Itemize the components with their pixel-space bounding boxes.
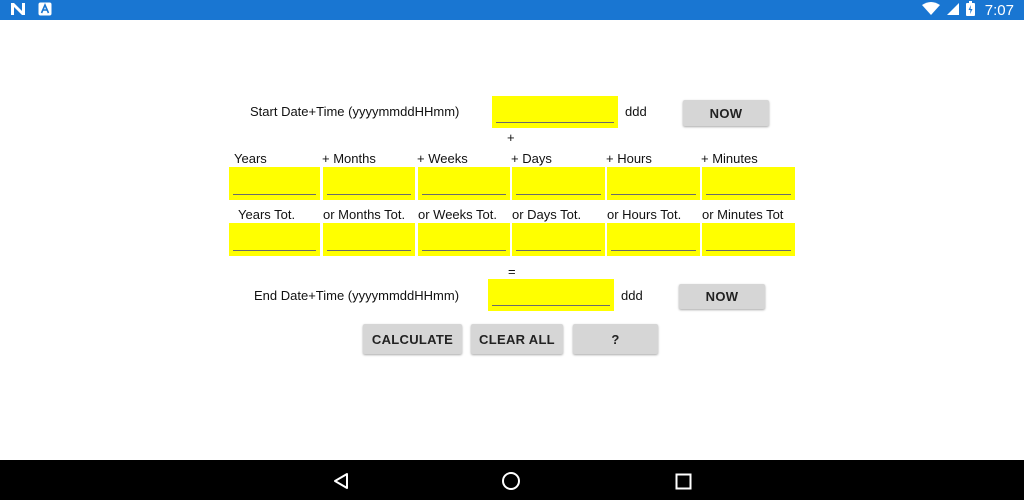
minutes-total-field[interactable] bbox=[702, 223, 795, 256]
weeks-total-input[interactable] bbox=[422, 232, 506, 251]
clear-all-button[interactable]: CLEAR ALL bbox=[471, 324, 563, 354]
recents-icon[interactable] bbox=[670, 468, 696, 494]
clock-time: 7:07 bbox=[984, 2, 1014, 19]
notification-n-icon bbox=[10, 2, 26, 21]
years-input[interactable] bbox=[233, 176, 316, 195]
hours-field[interactable] bbox=[607, 167, 700, 200]
notification-a-icon bbox=[38, 2, 52, 21]
signal-icon bbox=[946, 2, 960, 20]
navigation-bar bbox=[0, 460, 1024, 500]
weeks-input[interactable] bbox=[422, 176, 506, 195]
weeks-total-label: or Weeks Tot. bbox=[418, 207, 497, 222]
end-now-button[interactable]: NOW bbox=[679, 284, 765, 309]
days-total-input[interactable] bbox=[516, 232, 601, 251]
end-datetime-label: End Date+Time (yyyymmddHHmm) bbox=[254, 288, 460, 303]
hours-total-field[interactable] bbox=[607, 223, 700, 256]
minutes-label: + Minutes bbox=[701, 151, 758, 166]
minutes-total-label: or Minutes Tot bbox=[702, 207, 784, 222]
wifi-icon bbox=[921, 1, 940, 20]
start-datetime-field[interactable] bbox=[492, 96, 618, 128]
years-total-field[interactable] bbox=[229, 223, 320, 256]
days-total-label: or Days Tot. bbox=[512, 207, 582, 222]
weeks-total-field[interactable] bbox=[418, 223, 510, 256]
end-datetime-input[interactable] bbox=[492, 287, 610, 306]
days-label: + Days bbox=[511, 151, 552, 166]
battery-icon bbox=[965, 1, 975, 20]
end-datetime-field[interactable] bbox=[488, 279, 614, 311]
equals-sign: = bbox=[508, 264, 516, 279]
minutes-input[interactable] bbox=[706, 176, 791, 195]
months-field[interactable] bbox=[323, 167, 415, 200]
start-datetime-input[interactable] bbox=[496, 104, 614, 123]
start-day-label: ddd bbox=[625, 104, 647, 119]
years-total-label: Years Tot. bbox=[238, 207, 296, 222]
days-total-field[interactable] bbox=[512, 223, 605, 256]
back-icon[interactable] bbox=[328, 468, 354, 494]
weeks-label: + Weeks bbox=[417, 151, 468, 166]
calculate-button[interactable]: CALCULATE bbox=[363, 324, 462, 354]
status-bar: 7:07 bbox=[0, 0, 1024, 20]
months-label: + Months bbox=[322, 151, 376, 166]
home-icon[interactable] bbox=[498, 468, 524, 494]
minutes-field[interactable] bbox=[702, 167, 795, 200]
plus-sign: + bbox=[507, 130, 515, 145]
start-datetime-label: Start Date+Time (yyyymmddHHmm) bbox=[250, 104, 460, 119]
help-button[interactable]: ? bbox=[573, 324, 658, 354]
end-day-label: ddd bbox=[621, 288, 643, 303]
hours-label: + Hours bbox=[606, 151, 652, 166]
years-total-input[interactable] bbox=[233, 232, 316, 251]
days-input[interactable] bbox=[516, 176, 601, 195]
months-total-input[interactable] bbox=[327, 232, 411, 251]
days-field[interactable] bbox=[512, 167, 605, 200]
weeks-field[interactable] bbox=[418, 167, 510, 200]
years-field[interactable] bbox=[229, 167, 320, 200]
months-input[interactable] bbox=[327, 176, 411, 195]
minutes-total-input[interactable] bbox=[706, 232, 791, 251]
start-now-button[interactable]: NOW bbox=[683, 100, 769, 126]
months-total-field[interactable] bbox=[323, 223, 415, 256]
hours-total-input[interactable] bbox=[611, 232, 696, 251]
hours-input[interactable] bbox=[611, 176, 696, 195]
months-total-label: or Months Tot. bbox=[323, 207, 406, 222]
hours-total-label: or Hours Tot. bbox=[607, 207, 682, 222]
years-label: Years bbox=[234, 151, 267, 166]
